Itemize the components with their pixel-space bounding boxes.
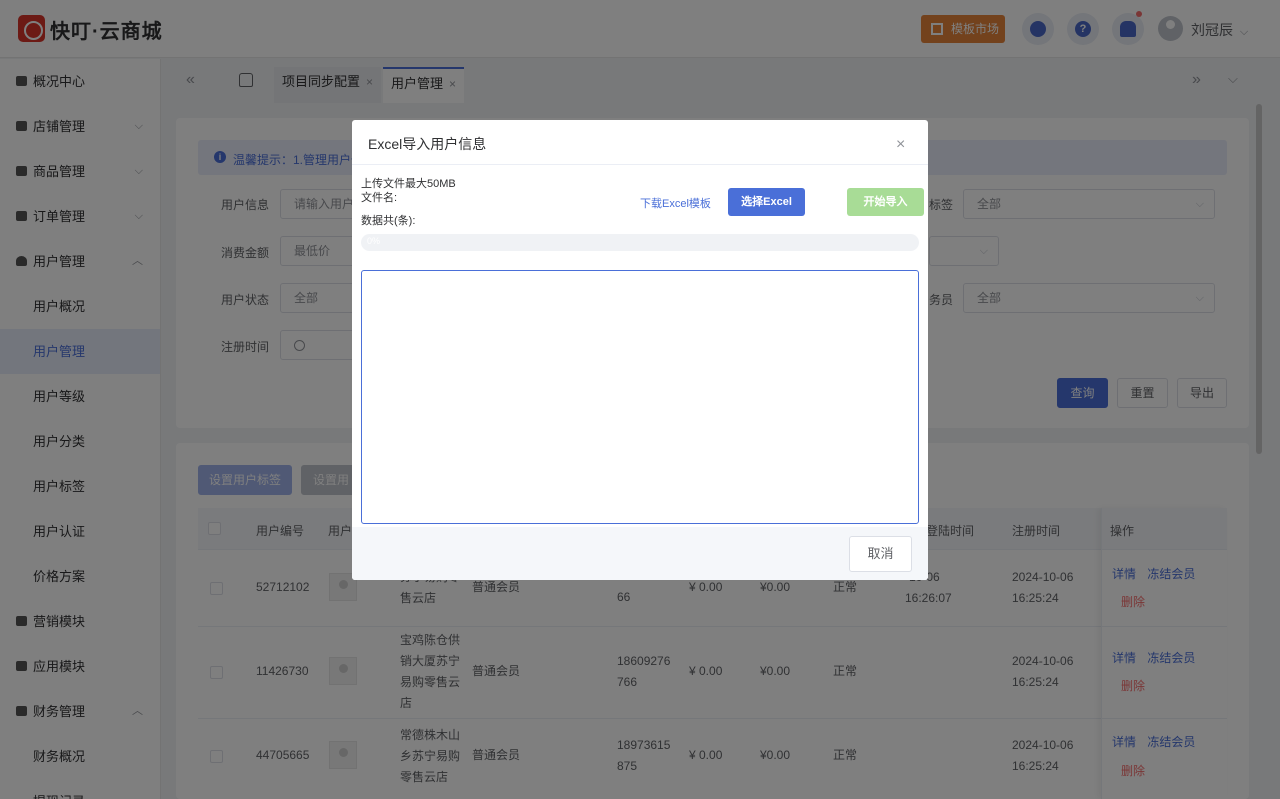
start-import-button[interactable]: 开始导入 [847, 188, 924, 216]
import-progress-bar: 0% [361, 234, 919, 251]
close-icon[interactable]: × [896, 136, 905, 154]
file-name-label: 文件名: [361, 192, 398, 204]
download-template-link[interactable]: 下载Excel模板 [640, 195, 711, 211]
select-excel-button[interactable]: 选择Excel [728, 188, 805, 216]
dialog-divider [352, 164, 928, 165]
excel-import-dialog: Excel导入用户信息 × 上传文件最大50MB 文件名: 数据共(条): 下载… [352, 120, 928, 580]
import-log-textarea[interactable] [361, 270, 919, 524]
cancel-button[interactable]: 取消 [849, 536, 912, 572]
dialog-title: Excel导入用户信息 [368, 136, 487, 152]
dialog-footer: 取消 [352, 527, 928, 580]
progress-text: 0% [367, 236, 381, 246]
data-count-label: 数据共(条): [361, 215, 416, 227]
